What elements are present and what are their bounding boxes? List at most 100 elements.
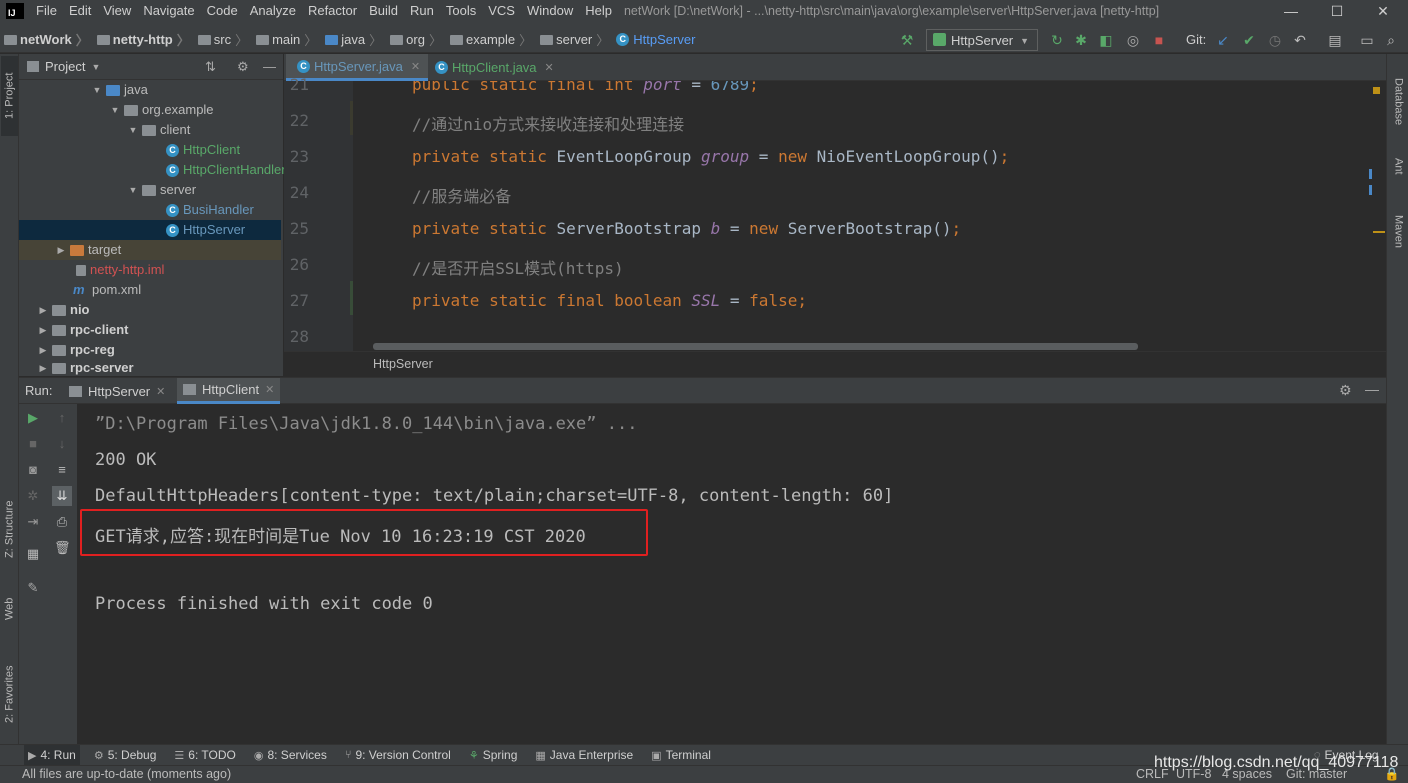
menu-analyze[interactable]: Analyze [244, 0, 302, 22]
close-tab-icon[interactable]: ✕ [411, 60, 420, 73]
menu-build[interactable]: Build [363, 0, 404, 22]
arrow-down-icon[interactable]: ↓ [54, 436, 70, 452]
menu-code[interactable]: Code [201, 0, 244, 22]
tree-item-busihandler[interactable]: C BusiHandler [163, 200, 254, 220]
menu-help[interactable]: Help [579, 0, 618, 22]
layout-icon[interactable]: ▦ [25, 546, 41, 562]
crumb-httpserver[interactable]: C HttpServer [613, 32, 695, 47]
tree-item-rpc-reg[interactable]: ▶ rpc-reg [37, 340, 115, 360]
maximize-button[interactable]: ☐ [1314, 0, 1360, 22]
git-update-icon[interactable]: ↙ [1214, 31, 1232, 49]
tool-tab-ant[interactable]: Ant [1390, 146, 1407, 186]
arrow-up-icon[interactable]: ↑ [54, 410, 70, 426]
close-window-button[interactable]: ✕ [1360, 0, 1406, 22]
run-tab-httpclient[interactable]: HttpClient ✕ [177, 378, 281, 404]
scroll-to-end-icon[interactable]: ⇊ [52, 486, 72, 506]
tree-item-pom[interactable]: m pom.xml [73, 280, 141, 300]
tree-item-iml[interactable]: netty-http.iml [73, 260, 164, 280]
tool-button-terminal[interactable]: ▣ Terminal [647, 745, 715, 765]
run-config-selector[interactable]: HttpServer ▼ [926, 29, 1038, 51]
settings-icon[interactable]: ✲ [25, 488, 41, 504]
menu-window[interactable]: Window [521, 0, 579, 22]
layout-icon[interactable]: ▭ [1358, 31, 1376, 49]
gear-icon[interactable]: ⚙ [1339, 382, 1352, 399]
soft-wrap-icon[interactable]: ≡ [54, 462, 70, 478]
tree-item-rpc-client[interactable]: ▶ rpc-client [37, 320, 129, 340]
crumb-main[interactable]: main 〉 [252, 30, 319, 49]
crumb-src[interactable]: src 〉 [194, 30, 250, 49]
trash-icon[interactable]: 🗑 [54, 540, 71, 556]
menu-navigate[interactable]: Navigate [137, 0, 200, 22]
profile-icon[interactable]: ◎ [1124, 31, 1142, 49]
tree-item-httpclienthandler[interactable]: C HttpClientHandler [163, 160, 286, 180]
menu-run[interactable]: Run [404, 0, 440, 22]
tree-item-org-example[interactable]: ▼ org.example [109, 100, 214, 120]
tree-item-client[interactable]: ▼ client [127, 120, 191, 140]
run-again-icon[interactable]: ▶ [25, 410, 41, 426]
git-commit-icon[interactable]: ✔ [1240, 31, 1258, 49]
project-view-selector[interactable]: Project [45, 59, 85, 74]
tool-tab-structure[interactable]: Z: Structure [1, 484, 18, 574]
crumb-org[interactable]: org 〉 [386, 30, 444, 49]
tool-tab-database[interactable]: Database [1390, 62, 1407, 142]
crumb-server[interactable]: server 〉 [536, 30, 611, 49]
tool-button-version-control[interactable]: ⑂ 9: Version Control [341, 745, 455, 765]
menu-refactor[interactable]: Refactor [302, 0, 363, 22]
rerun-icon[interactable]: ↻ [1048, 31, 1066, 49]
tree-item-java[interactable]: ▼ java [91, 80, 148, 100]
hide-panel-icon[interactable]: — [1365, 381, 1379, 397]
hide-panel-icon[interactable]: — [263, 59, 276, 74]
stop-icon[interactable]: ■ [1150, 31, 1168, 49]
tree-item-rpc-server[interactable]: ▶ rpc-server [37, 360, 134, 376]
tool-button-java-enterprise[interactable]: ▦ Java Enterprise [531, 745, 637, 765]
menu-view[interactable]: View [97, 0, 137, 22]
gear-icon[interactable]: ⚙ [237, 59, 249, 75]
search-icon[interactable]: ⌕ [1382, 31, 1400, 49]
debug-bug-icon[interactable]: ✱ [1072, 31, 1090, 49]
tree-item-httpclient[interactable]: C HttpClient [163, 140, 240, 160]
tree-item-nio[interactable]: ▶ nio [37, 300, 90, 320]
code-editor[interactable]: public static final int port = 6789; //通… [353, 81, 1386, 351]
git-rollback-icon[interactable]: ↶ [1291, 31, 1309, 49]
tool-button-run[interactable]: ▶ 4: Run [24, 745, 80, 765]
crumb-java[interactable]: java 〉 [321, 30, 384, 49]
coverage-icon[interactable]: ◧ [1097, 31, 1115, 49]
editor-horizontal-scrollbar[interactable] [373, 343, 1138, 350]
print-icon[interactable]: ⎙ [54, 514, 70, 530]
run-tab-httpserver[interactable]: HttpServer ✕ [63, 378, 171, 404]
crumb-example[interactable]: example 〉 [446, 30, 534, 49]
menu-tools[interactable]: Tools [440, 0, 482, 22]
tree-item-target[interactable]: ▶ target [19, 240, 281, 260]
tool-tab-favorites[interactable]: 2: Favorites [1, 649, 18, 739]
stop-icon[interactable]: ■ [25, 436, 41, 452]
tool-button-debug[interactable]: ⚙ 5: Debug [90, 745, 161, 765]
menu-file[interactable]: File [30, 0, 63, 22]
build-hammer-icon[interactable]: ⚒ [898, 31, 916, 49]
close-tab-icon[interactable]: ✕ [265, 383, 274, 396]
git-history-icon[interactable]: ◷ [1266, 31, 1284, 49]
crumb-network[interactable]: netWork 〉 [0, 30, 91, 49]
tool-tab-web[interactable]: Web [1, 584, 18, 634]
close-tab-icon[interactable]: ✕ [545, 61, 554, 74]
tool-button-spring[interactable]: ⚘ Spring [465, 745, 522, 765]
tool-button-services[interactable]: ◉ 8: Services [250, 745, 331, 765]
chevron-down-icon[interactable]: ▼ [91, 62, 100, 72]
collapse-all-icon[interactable]: ⇅ [205, 59, 216, 75]
tree-item-httpserver[interactable]: C HttpServer [19, 220, 281, 240]
project-structure-icon[interactable]: ▤ [1326, 31, 1344, 49]
camera-icon[interactable]: ◙ [25, 462, 41, 478]
run-console[interactable]: ”D:\Program Files\Java\jdk1.8.0_144\bin\… [77, 404, 1386, 744]
minimize-button[interactable]: — [1268, 0, 1314, 22]
tool-tab-project[interactable]: 1: Project [1, 56, 18, 136]
inspection-warning-marker[interactable] [1373, 87, 1380, 94]
crumb-netty-http[interactable]: netty-http 〉 [93, 30, 192, 49]
tab-httpclient-java[interactable]: C HttpClient.java ✕ [424, 54, 562, 81]
menu-edit[interactable]: Edit [63, 0, 97, 22]
tool-button-todo[interactable]: ☰ 6: TODO [170, 745, 239, 765]
menu-vcs[interactable]: VCS [482, 0, 521, 22]
exit-icon[interactable]: ⇥ [25, 514, 41, 530]
close-tab-icon[interactable]: ✕ [156, 385, 165, 398]
tree-item-server[interactable]: ▼ server [127, 180, 197, 200]
pin-icon[interactable]: ✎ [25, 580, 41, 596]
tool-tab-maven[interactable]: Maven [1390, 204, 1407, 260]
